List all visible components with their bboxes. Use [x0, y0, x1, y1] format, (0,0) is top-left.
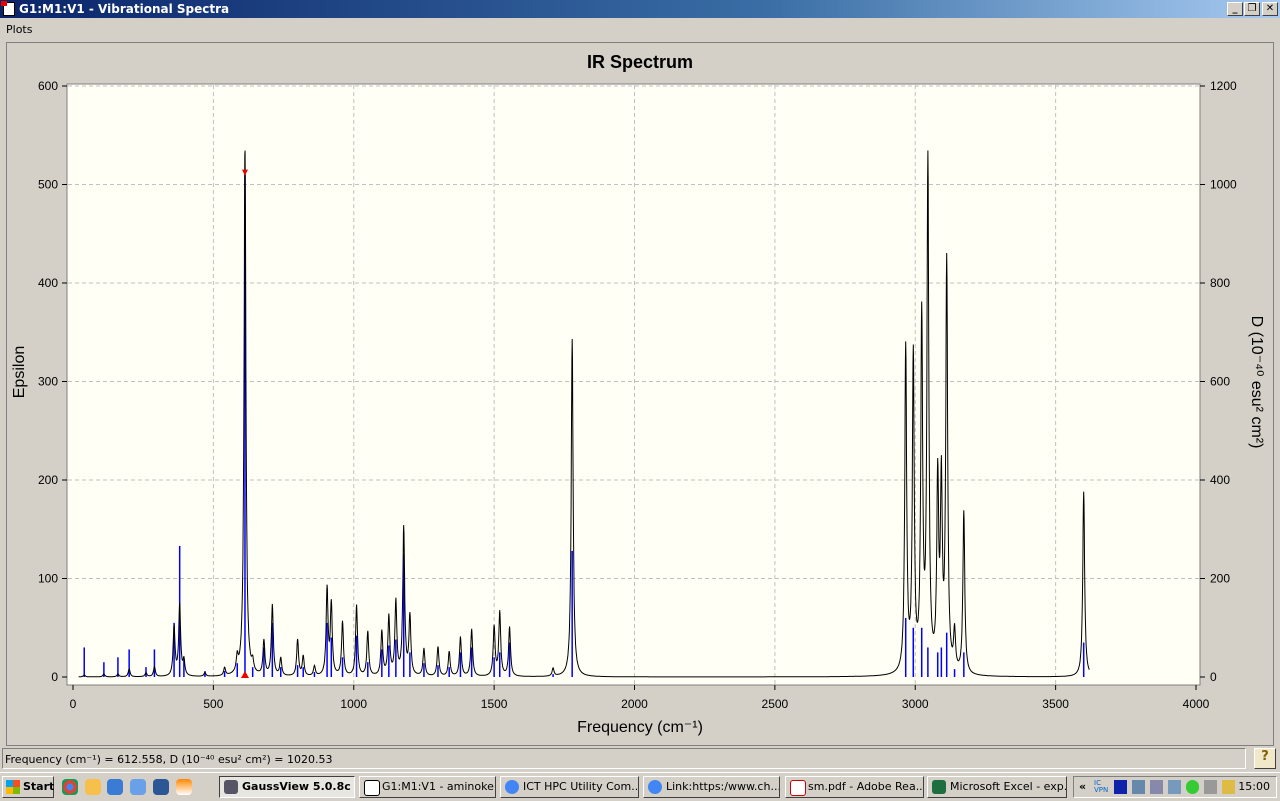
y2-tick-label: 400	[1210, 473, 1230, 487]
rocket-icon[interactable]	[1168, 780, 1181, 794]
task-gaussview[interactable]: GaussView 5.0.8c	[219, 776, 355, 798]
tray-expand-button[interactable]: «	[1079, 777, 1086, 797]
task-excel[interactable]: Microsoft Excel - exp...	[927, 776, 1067, 798]
chrome-icon[interactable]	[62, 779, 78, 795]
task-chrome-link[interactable]: Link:https:/www.ch....	[643, 776, 780, 798]
task-label: Microsoft Excel - exp...	[950, 780, 1067, 793]
battery-icon[interactable]	[1114, 780, 1127, 794]
network-icon[interactable]	[1132, 780, 1145, 794]
editor-icon[interactable]	[130, 779, 146, 795]
task-label: G1:M1:V1 - aminoke...	[382, 780, 496, 793]
task-label: GaussView 5.0.8c	[242, 780, 351, 793]
y2-tick-label: 1200	[1210, 79, 1237, 93]
minimize-button[interactable]: _	[1227, 2, 1243, 16]
x-tick-label: 3000	[902, 697, 929, 711]
x-tick-label: 2500	[762, 697, 789, 711]
x-tick-label: 0	[70, 697, 77, 711]
task-adobe-reader[interactable]: sm.pdf - Adobe Rea...	[785, 776, 924, 798]
vpn-icon[interactable]: IC VPN	[1094, 780, 1110, 794]
clock: 15:00	[1238, 780, 1270, 793]
window-title: G1:M1:V1 - Vibrational Spectra	[19, 2, 230, 16]
y-axis-label: Epsilon	[11, 346, 28, 398]
pdf-icon	[790, 780, 806, 796]
chrome-icon	[648, 780, 662, 794]
plot-area[interactable]	[66, 83, 1201, 686]
wireless-icon[interactable]	[1150, 780, 1163, 794]
y2-tick-label: 0	[1210, 670, 1217, 684]
x-tick-label: 2000	[621, 697, 648, 711]
y2-tick-label: 1000	[1210, 178, 1237, 192]
y2-tick-label: 800	[1210, 276, 1230, 290]
system-tray: « IC VPN 15:00	[1073, 776, 1277, 798]
y-tick-label: 100	[38, 572, 58, 586]
x-tick-label: 3500	[1042, 697, 1069, 711]
security-icon[interactable]	[1222, 780, 1235, 794]
sync-icon[interactable]	[1186, 780, 1199, 794]
x-tick-label: 1000	[340, 697, 367, 711]
x-tick-label: 500	[203, 697, 223, 711]
y-tick-label: 600	[38, 79, 58, 93]
restore-button[interactable]: ❐	[1244, 2, 1260, 16]
x-axis-label: Frequency (cm⁻¹)	[577, 719, 703, 736]
gaussview-icon	[224, 780, 238, 794]
y2-tick-label: 200	[1210, 572, 1230, 586]
vlc-icon[interactable]	[176, 779, 192, 795]
close-button[interactable]: ✕	[1262, 2, 1278, 16]
excel-icon	[932, 780, 946, 794]
task-label: sm.pdf - Adobe Rea...	[808, 780, 924, 793]
task-label: Link:https:/www.ch....	[666, 780, 780, 793]
menu-bar: Plots	[0, 18, 1280, 40]
y2-tick-label: 600	[1210, 375, 1230, 389]
ir-spectrum-chart[interactable]: 0 500 1000 1500 2000 2500 3000 3500 400001002003…	[0, 42, 1280, 745]
windows-logo-icon	[6, 780, 20, 794]
word-icon[interactable]	[153, 779, 169, 795]
title-bar: G1:M1:V1 - Vibrational Spectra _ ❐ ✕	[0, 0, 1280, 18]
task-vibrational-spectra[interactable]: G1:M1:V1 - aminoke...	[359, 776, 496, 798]
document-icon	[364, 780, 380, 796]
chart-title: IR Spectrum	[587, 52, 693, 72]
status-bar: Frequency (cm⁻¹) = 612.558, D (10⁻⁴⁰ esu…	[2, 748, 1246, 769]
chrome-icon	[505, 780, 519, 794]
menu-plots[interactable]: Plots	[6, 23, 32, 36]
device-icon[interactable]	[1204, 780, 1217, 794]
y2-axis-label: D (10⁻⁴⁰ esu² cm²)	[1248, 316, 1265, 449]
start-button[interactable]: Start	[2, 776, 54, 798]
task-chrome-ict[interactable]: ICT HPC Utility Com...	[500, 776, 639, 798]
y-tick-label: 0	[51, 670, 58, 684]
taskbar: Start GaussView 5.0.8c G1:M1:V1 - aminok…	[0, 772, 1280, 801]
app-icon	[1, 1, 15, 16]
start-label: Start	[23, 780, 55, 793]
task-label: ICT HPC Utility Com...	[523, 780, 639, 793]
help-button[interactable]: ?	[1254, 748, 1276, 769]
x-tick-label: 1500	[481, 697, 508, 711]
y-tick-label: 500	[38, 178, 58, 192]
mail-icon[interactable]	[85, 779, 101, 795]
y-tick-label: 200	[38, 473, 58, 487]
ie-icon[interactable]	[107, 779, 123, 795]
x-tick-label: 4000	[1183, 697, 1210, 711]
y-tick-label: 400	[38, 276, 58, 290]
y-tick-label: 300	[38, 375, 58, 389]
